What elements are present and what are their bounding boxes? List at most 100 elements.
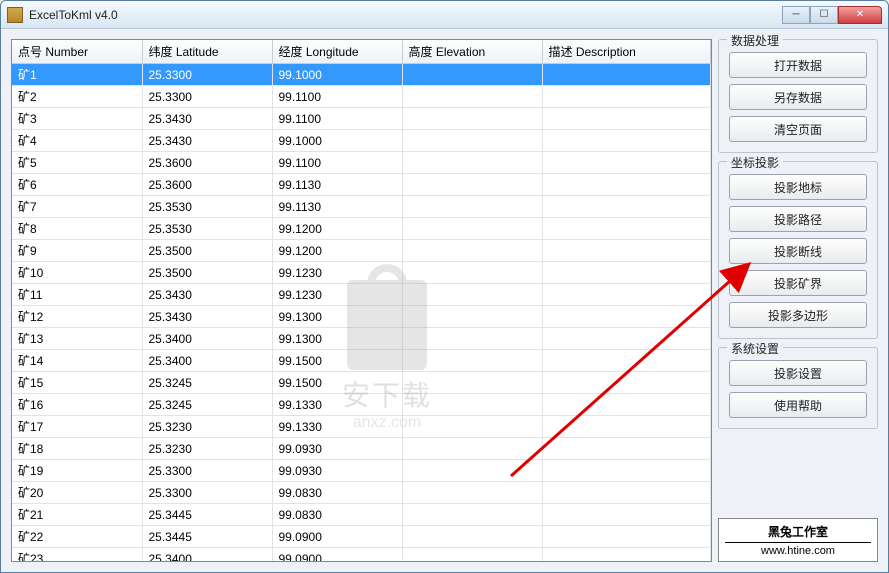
cell-elev[interactable]	[402, 196, 542, 218]
table-row[interactable]: 矿325.343099.1100	[12, 108, 711, 130]
cell-lat[interactable]: 25.3530	[142, 196, 272, 218]
minimize-button[interactable]: ─	[782, 6, 810, 24]
cell-lon[interactable]: 99.1500	[272, 372, 402, 394]
cell-lon[interactable]: 99.1300	[272, 328, 402, 350]
cell-lat[interactable]: 25.3400	[142, 350, 272, 372]
cell-desc[interactable]	[542, 438, 711, 460]
cell-lat[interactable]: 25.3400	[142, 548, 272, 562]
cell-elev[interactable]	[402, 350, 542, 372]
cell-lat[interactable]: 25.3500	[142, 240, 272, 262]
cell-number[interactable]: 矿5	[12, 152, 142, 174]
cell-lon[interactable]: 99.1100	[272, 108, 402, 130]
cell-lat[interactable]: 25.3530	[142, 218, 272, 240]
table-row[interactable]: 矿1025.350099.1230	[12, 262, 711, 284]
cell-elev[interactable]	[402, 438, 542, 460]
cell-desc[interactable]	[542, 218, 711, 240]
table-row[interactable]: 矿2125.344599.0830	[12, 504, 711, 526]
cell-desc[interactable]	[542, 526, 711, 548]
cell-desc[interactable]	[542, 350, 711, 372]
help-button[interactable]: 使用帮助	[729, 392, 867, 418]
cell-desc[interactable]	[542, 372, 711, 394]
cell-elev[interactable]	[402, 372, 542, 394]
table-row[interactable]: 矿1525.324599.1500	[12, 372, 711, 394]
cell-elev[interactable]	[402, 284, 542, 306]
column-header[interactable]: 纬度 Latitude	[142, 40, 272, 64]
cell-lat[interactable]: 25.3500	[142, 262, 272, 284]
proj-polygon-button[interactable]: 投影多边形	[729, 302, 867, 328]
cell-number[interactable]: 矿13	[12, 328, 142, 350]
cell-number[interactable]: 矿18	[12, 438, 142, 460]
cell-elev[interactable]	[402, 262, 542, 284]
cell-number[interactable]: 矿1	[12, 64, 142, 86]
cell-elev[interactable]	[402, 130, 542, 152]
cell-desc[interactable]	[542, 394, 711, 416]
cell-lat[interactable]: 25.3445	[142, 504, 272, 526]
cell-lon[interactable]: 99.0830	[272, 482, 402, 504]
cell-lat[interactable]: 25.3430	[142, 130, 272, 152]
cell-elev[interactable]	[402, 460, 542, 482]
cell-number[interactable]: 矿4	[12, 130, 142, 152]
cell-lon[interactable]: 99.0900	[272, 526, 402, 548]
table-row[interactable]: 矿1925.330099.0930	[12, 460, 711, 482]
cell-lon[interactable]: 99.0930	[272, 438, 402, 460]
cell-number[interactable]: 矿2	[12, 86, 142, 108]
cell-number[interactable]: 矿20	[12, 482, 142, 504]
cell-elev[interactable]	[402, 306, 542, 328]
cell-lat[interactable]: 25.3600	[142, 174, 272, 196]
table-row[interactable]: 矿2025.330099.0830	[12, 482, 711, 504]
cell-desc[interactable]	[542, 240, 711, 262]
cell-number[interactable]: 矿21	[12, 504, 142, 526]
cell-lat[interactable]: 25.3300	[142, 482, 272, 504]
table-row[interactable]: 矿2225.344599.0900	[12, 526, 711, 548]
table-row[interactable]: 矿225.330099.1100	[12, 86, 711, 108]
cell-desc[interactable]	[542, 86, 711, 108]
cell-desc[interactable]	[542, 504, 711, 526]
cell-lat[interactable]: 25.3300	[142, 86, 272, 108]
column-header[interactable]: 点号 Number	[12, 40, 142, 64]
cell-number[interactable]: 矿10	[12, 262, 142, 284]
column-header[interactable]: 经度 Longitude	[272, 40, 402, 64]
cell-lon[interactable]: 99.1130	[272, 196, 402, 218]
cell-desc[interactable]	[542, 416, 711, 438]
cell-number[interactable]: 矿17	[12, 416, 142, 438]
cell-elev[interactable]	[402, 64, 542, 86]
proj-path-button[interactable]: 投影路径	[729, 206, 867, 232]
cell-lat[interactable]: 25.3230	[142, 416, 272, 438]
cell-number[interactable]: 矿3	[12, 108, 142, 130]
clear-page-button[interactable]: 清空页面	[729, 116, 867, 142]
cell-lat[interactable]: 25.3600	[142, 152, 272, 174]
table-row[interactable]: 矿1325.340099.1300	[12, 328, 711, 350]
cell-elev[interactable]	[402, 240, 542, 262]
cell-number[interactable]: 矿14	[12, 350, 142, 372]
cell-lat[interactable]: 25.3300	[142, 64, 272, 86]
cell-lat[interactable]: 25.3400	[142, 328, 272, 350]
cell-number[interactable]: 矿16	[12, 394, 142, 416]
table-row[interactable]: 矿725.353099.1130	[12, 196, 711, 218]
table-row[interactable]: 矿1625.324599.1330	[12, 394, 711, 416]
column-header[interactable]: 描述 Description	[542, 40, 711, 64]
cell-elev[interactable]	[402, 482, 542, 504]
cell-desc[interactable]	[542, 64, 711, 86]
cell-desc[interactable]	[542, 108, 711, 130]
data-table[interactable]: 点号 Number纬度 Latitude经度 Longitude高度 Eleva…	[12, 40, 711, 561]
cell-desc[interactable]	[542, 130, 711, 152]
cell-elev[interactable]	[402, 218, 542, 240]
table-row[interactable]: 矿1425.340099.1500	[12, 350, 711, 372]
column-header[interactable]: 高度 Elevation	[402, 40, 542, 64]
table-row[interactable]: 矿925.350099.1200	[12, 240, 711, 262]
cell-lon[interactable]: 99.1300	[272, 306, 402, 328]
proj-settings-button[interactable]: 投影设置	[729, 360, 867, 386]
table-row[interactable]: 矿825.353099.1200	[12, 218, 711, 240]
cell-lon[interactable]: 99.0900	[272, 548, 402, 562]
cell-lon[interactable]: 99.1130	[272, 174, 402, 196]
cell-number[interactable]: 矿9	[12, 240, 142, 262]
cell-lon[interactable]: 99.1330	[272, 416, 402, 438]
titlebar[interactable]: ExcelToKml v4.0 ─ ☐ ✕	[1, 1, 888, 29]
close-button[interactable]: ✕	[838, 6, 882, 24]
proj-fault-button[interactable]: 投影断线	[729, 238, 867, 264]
cell-elev[interactable]	[402, 328, 542, 350]
cell-elev[interactable]	[402, 394, 542, 416]
cell-elev[interactable]	[402, 108, 542, 130]
cell-number[interactable]: 矿15	[12, 372, 142, 394]
cell-lat[interactable]: 25.3430	[142, 108, 272, 130]
